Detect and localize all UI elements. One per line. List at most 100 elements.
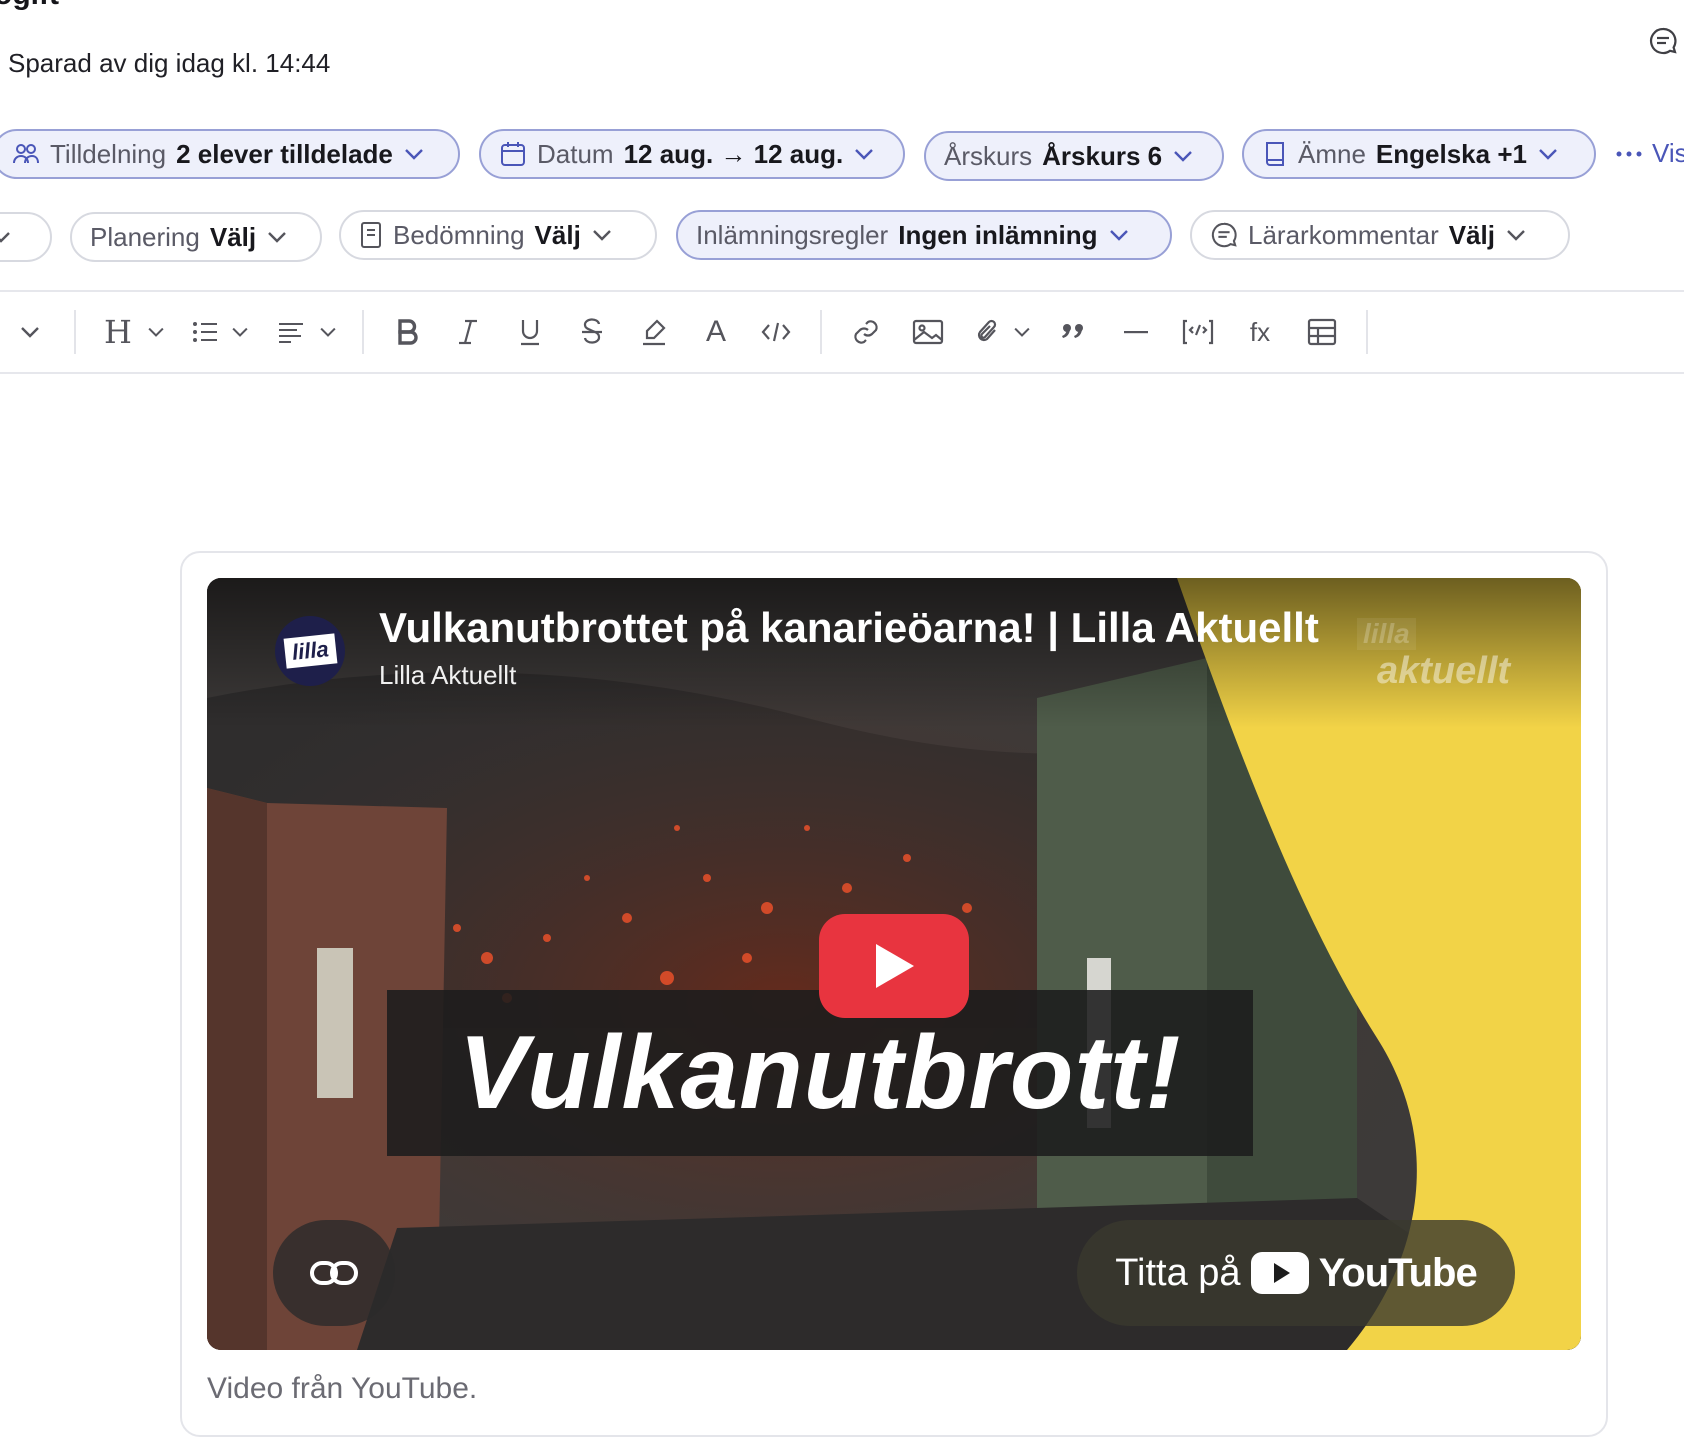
grade-chip[interactable]: Årskurs Årskurs 6: [924, 131, 1224, 181]
calendar-icon: [501, 142, 525, 166]
planning-chip[interactable]: Planering Välj: [70, 212, 322, 262]
image-button[interactable]: [908, 310, 948, 354]
link-button[interactable]: [846, 310, 886, 354]
chip-value: 2 elever tilldelade: [176, 138, 393, 169]
bold-button[interactable]: [388, 310, 428, 354]
saved-status: Sparad av dig idag kl. 14:44: [8, 48, 331, 78]
table-icon: [1307, 318, 1337, 346]
chevron-down-icon: [1539, 149, 1557, 160]
image-icon: [912, 319, 944, 345]
quote-button[interactable]: [1054, 310, 1094, 354]
chip-value: Engelska +1: [1375, 138, 1527, 169]
youtube-player[interactable]: lilla Vulkanutbrottet på kanarieöarna! |…: [207, 578, 1581, 1350]
chip-label: Tilldelning: [50, 138, 167, 169]
submission-rules-chip[interactable]: Inlämningsregler Ingen inlämning: [676, 210, 1172, 260]
chevron-down-icon: [21, 327, 39, 338]
underline-button[interactable]: [510, 310, 550, 354]
collapsed-chip[interactable]: [0, 212, 52, 262]
horizontal-rule-icon: [1124, 331, 1148, 334]
italic-icon: [459, 319, 477, 345]
chevron-down-icon: [320, 327, 336, 337]
toolbar-separator: [74, 310, 76, 354]
more-dots-icon: [1616, 151, 1642, 156]
link-icon: [310, 1261, 358, 1285]
chevron-down-icon: [148, 327, 164, 337]
chevron-down-icon: [855, 149, 874, 160]
watermark-aktuellt: aktuellt: [1377, 650, 1511, 692]
embed-code-button[interactable]: [1178, 310, 1218, 354]
embed-code-icon: [1182, 319, 1214, 345]
channel-logo[interactable]: lilla: [275, 616, 345, 686]
teacher-comment-chip[interactable]: Lärarkommentar Välj: [1190, 210, 1570, 260]
show-more-button[interactable]: Vis: [1616, 138, 1684, 169]
chip-value: Välj: [209, 221, 257, 252]
strikethrough-icon: [582, 318, 602, 344]
table-button[interactable]: [1302, 310, 1342, 354]
toolbar-top-divider: [0, 290, 1684, 292]
page-title: ogift: [0, 0, 59, 12]
list-button[interactable]: [192, 310, 250, 354]
chip-value: Ingen inlämning: [898, 219, 1098, 250]
italic-button[interactable]: [448, 310, 488, 354]
play-button[interactable]: [819, 914, 969, 1018]
bullet-list-icon: [193, 322, 217, 342]
date-chip[interactable]: Datum 12 aug. → 12 aug.: [479, 129, 905, 179]
youtube-brand-label: YouTube: [1318, 1250, 1478, 1295]
play-icon: [876, 944, 914, 988]
subject-chip[interactable]: Ämne Engelska +1: [1242, 129, 1596, 179]
comments-icon[interactable]: [1648, 26, 1678, 56]
book-icon: [1266, 142, 1284, 166]
bold-icon: [398, 319, 418, 345]
attachment-button[interactable]: [976, 310, 1032, 354]
chevron-down-icon: [1174, 151, 1192, 162]
strikethrough-button[interactable]: [572, 310, 612, 354]
heading-button[interactable]: H: [104, 310, 166, 354]
watch-on-label: Titta på: [1115, 1251, 1241, 1294]
align-button[interactable]: [278, 310, 338, 354]
chevron-down-icon: [232, 327, 248, 337]
watermark-lilla: lilla: [1357, 618, 1416, 650]
text-color-icon: A: [705, 315, 726, 348]
code-icon: [761, 322, 791, 342]
chevron-down-icon: [592, 230, 611, 241]
link-icon: [854, 320, 878, 344]
assignment-chip[interactable]: Tilldelning 2 elever tilldelade: [0, 129, 460, 179]
chip-label: Ämne: [1298, 138, 1366, 169]
formula-button[interactable]: fx: [1240, 310, 1280, 354]
users-icon: [13, 144, 39, 164]
watch-on-youtube-button[interactable]: Titta på YouTube: [1077, 1220, 1515, 1326]
horizontal-rule-button[interactable]: [1116, 310, 1156, 354]
code-button[interactable]: [756, 310, 796, 354]
text-color-button[interactable]: A: [696, 310, 736, 354]
chevron-down-icon: [405, 149, 423, 160]
chip-value: Årskurs 6: [1042, 140, 1163, 171]
comment-icon: [1211, 222, 1237, 248]
toolbar-separator: [1366, 310, 1368, 354]
chip-value: Välj: [534, 219, 581, 250]
video-caption[interactable]: Video från YouTube.: [207, 1372, 477, 1406]
toolbar-separator: [362, 310, 364, 354]
channel-logo-text: lilla: [283, 633, 337, 669]
chip-value: Välj: [1448, 219, 1495, 250]
chip-label: Planering: [90, 221, 200, 252]
chip-label: Inlämningsregler: [696, 219, 889, 250]
copy-link-button[interactable]: [273, 1220, 395, 1326]
document-icon: [361, 222, 381, 248]
highlighter-icon: [643, 319, 666, 346]
video-title[interactable]: Vulkanutbrottet på kanarieöarna! | Lilla…: [379, 604, 1319, 652]
assessment-chip[interactable]: Bedömning Välj: [339, 210, 657, 260]
video-overlay-text: Vulkanutbrott!: [458, 1014, 1182, 1131]
quote-icon: [1062, 324, 1083, 338]
chip-label: Bedömning: [393, 219, 525, 250]
toolbar-bottom-divider: [0, 372, 1684, 374]
toolbar-separator: [820, 310, 822, 354]
underline-icon: [521, 320, 539, 346]
heading-icon: H: [104, 313, 132, 351]
block-type-dropdown[interactable]: [10, 310, 50, 354]
show-more-label: Vis: [1652, 138, 1684, 168]
video-channel-name[interactable]: Lilla Aktuellt: [379, 660, 516, 691]
highlight-button[interactable]: [634, 310, 674, 354]
chevron-down-icon: [1507, 230, 1525, 241]
chip-label: Datum: [537, 138, 614, 169]
chip-label: Lärarkommentar: [1248, 219, 1439, 250]
